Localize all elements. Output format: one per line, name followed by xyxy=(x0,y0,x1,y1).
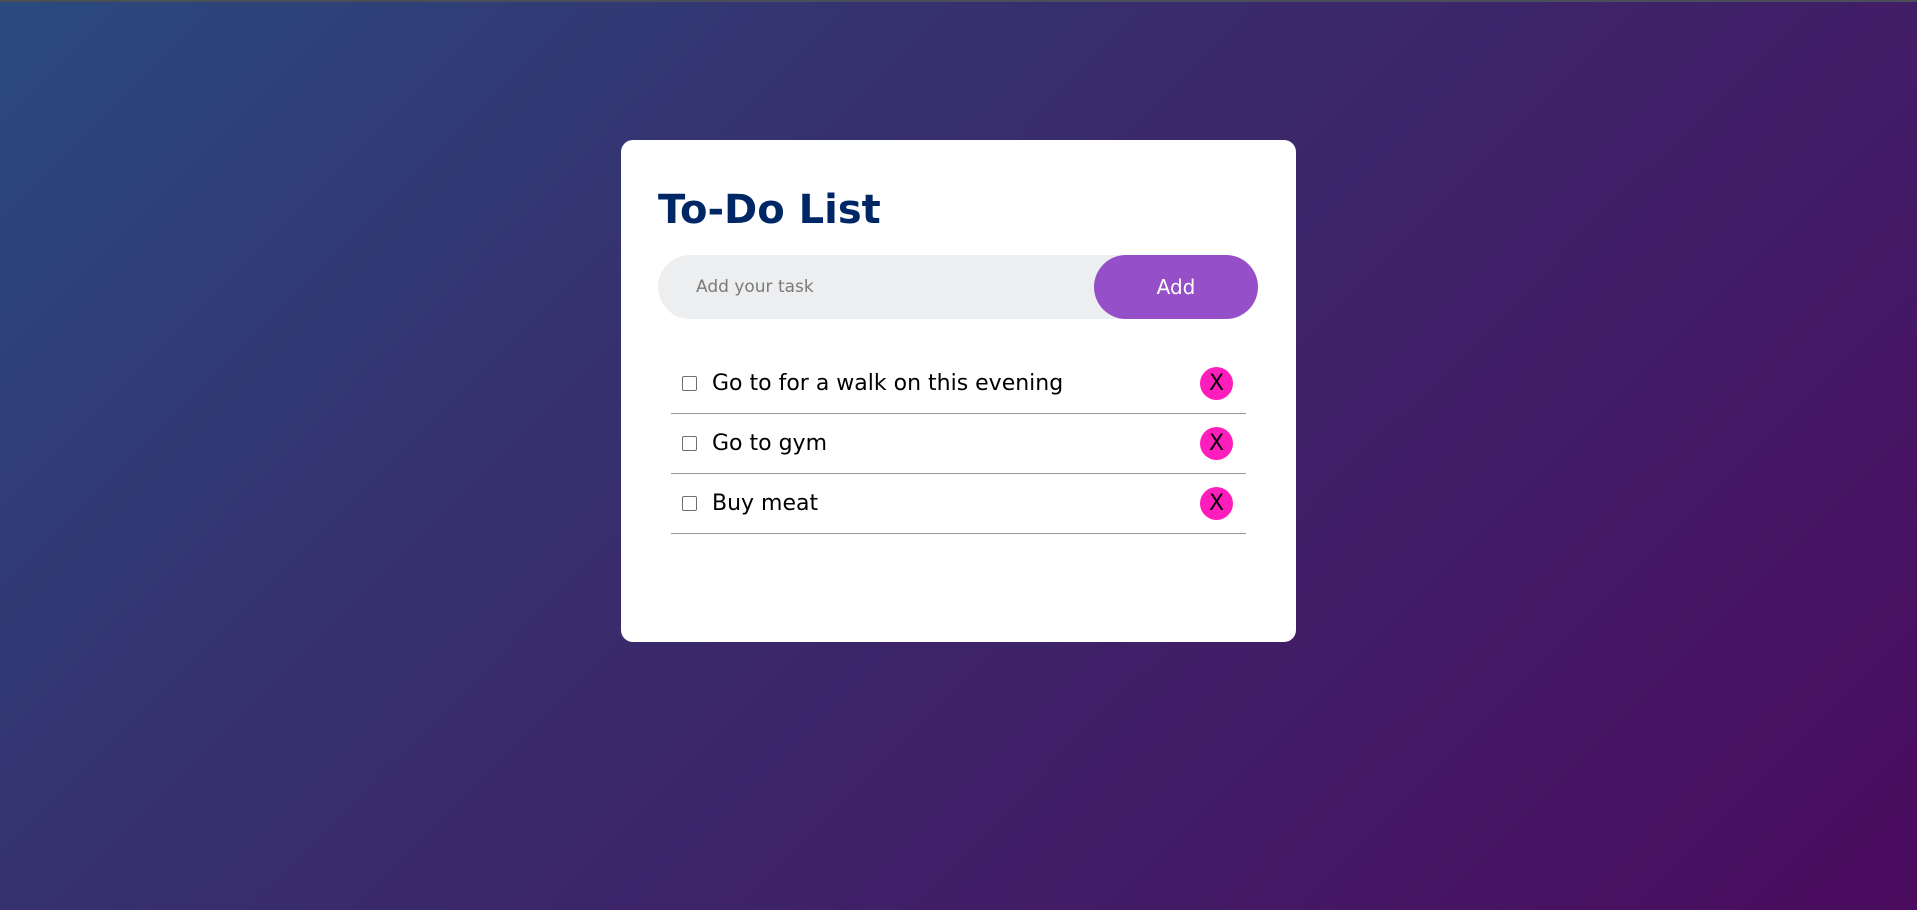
todo-card: To-Do List Add Go to for a walk on this … xyxy=(621,140,1296,642)
delete-task-button[interactable]: X xyxy=(1200,487,1233,520)
top-border xyxy=(0,0,1917,2)
task-input-row: Add xyxy=(658,255,1258,319)
task-item[interactable]: Go to for a walk on this evening X xyxy=(671,354,1246,414)
task-text: Go to for a walk on this evening xyxy=(712,371,1064,396)
checkbox-icon[interactable] xyxy=(682,496,697,511)
add-button[interactable]: Add xyxy=(1094,255,1258,319)
task-list: Go to for a walk on this evening X Go to… xyxy=(671,354,1246,534)
delete-task-button[interactable]: X xyxy=(1200,367,1233,400)
task-text: Buy meat xyxy=(712,491,819,516)
task-item[interactable]: Go to gym X xyxy=(671,414,1246,474)
task-item[interactable]: Buy meat X xyxy=(671,474,1246,534)
page-title: To-Do List xyxy=(658,187,881,233)
checkbox-icon[interactable] xyxy=(682,376,697,391)
delete-task-button[interactable]: X xyxy=(1200,427,1233,460)
checkbox-icon[interactable] xyxy=(682,436,697,451)
task-text: Go to gym xyxy=(712,431,827,456)
task-input[interactable] xyxy=(658,255,1088,319)
